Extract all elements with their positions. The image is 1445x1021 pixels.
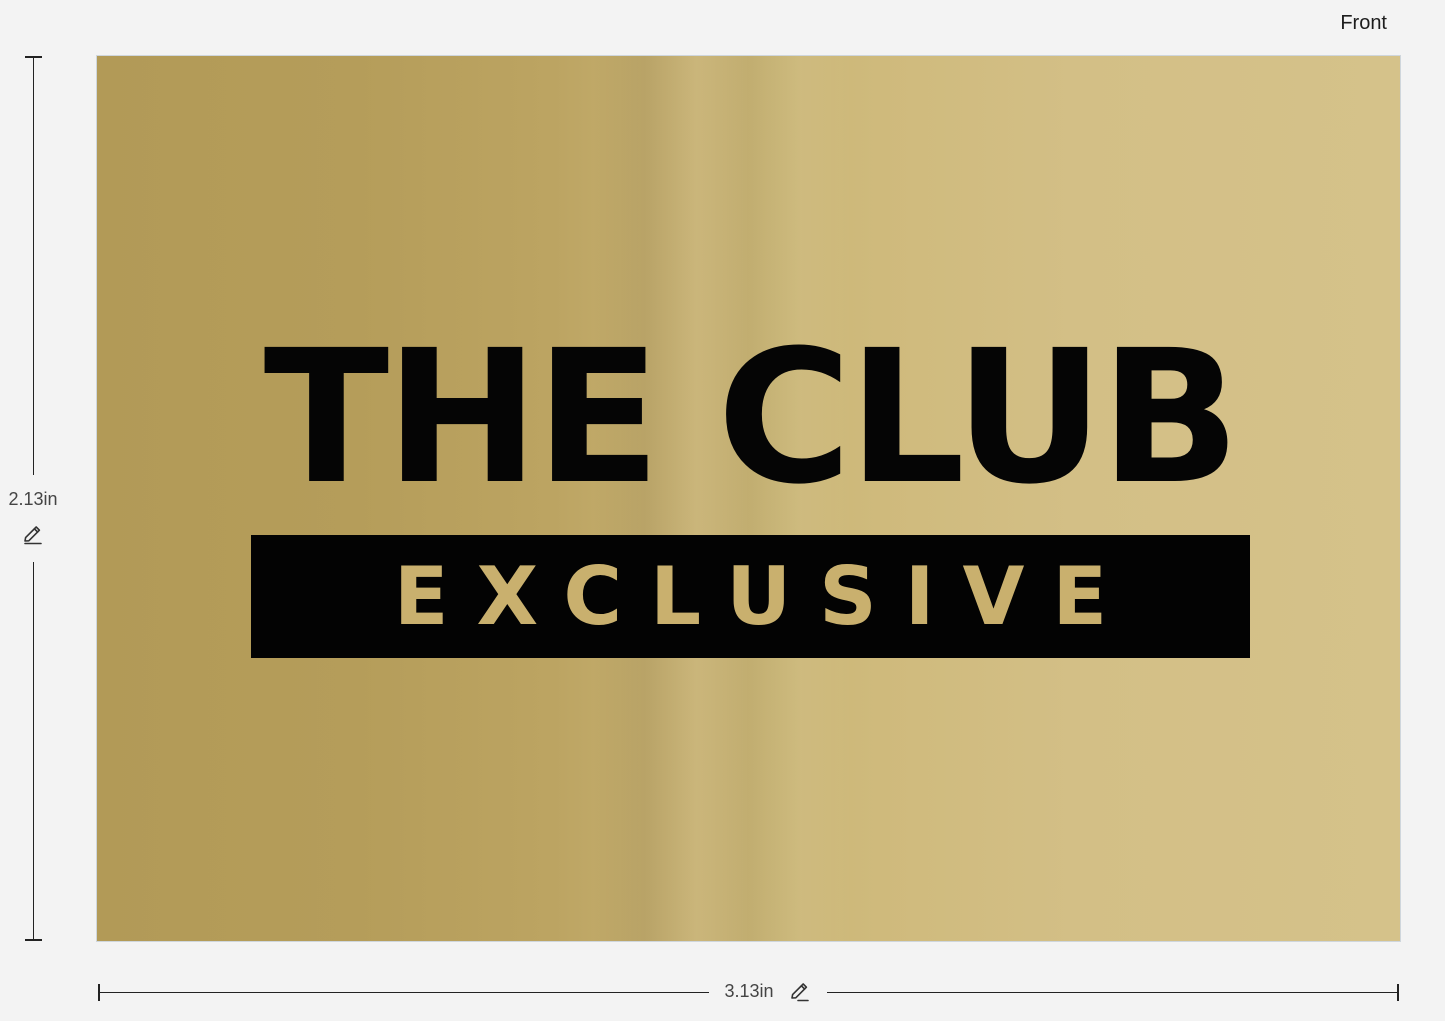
height-ruler-line-bottom (33, 562, 34, 940)
card-band[interactable]: EXCLUSIVE (251, 535, 1250, 658)
height-ruler-line-top (33, 57, 34, 475)
edit-width-pencil-icon[interactable] (788, 980, 812, 1004)
side-label: Front (1340, 12, 1387, 34)
card-front-preview[interactable]: THE CLUB EXCLUSIVE (96, 55, 1401, 942)
edit-height-pencil-icon[interactable] (21, 523, 45, 547)
height-label: 2.13in (8, 489, 58, 509)
card-band-text[interactable]: EXCLUSIVE (394, 556, 1135, 637)
height-ruler-bottom-cap (25, 939, 42, 941)
card-headline[interactable]: THE CLUB (250, 318, 1250, 518)
width-ruler-line-left (99, 992, 709, 993)
width-ruler-right-cap (1397, 984, 1399, 1001)
width-label: 3.13in (724, 981, 774, 1001)
width-ruler-line-right (827, 992, 1398, 993)
